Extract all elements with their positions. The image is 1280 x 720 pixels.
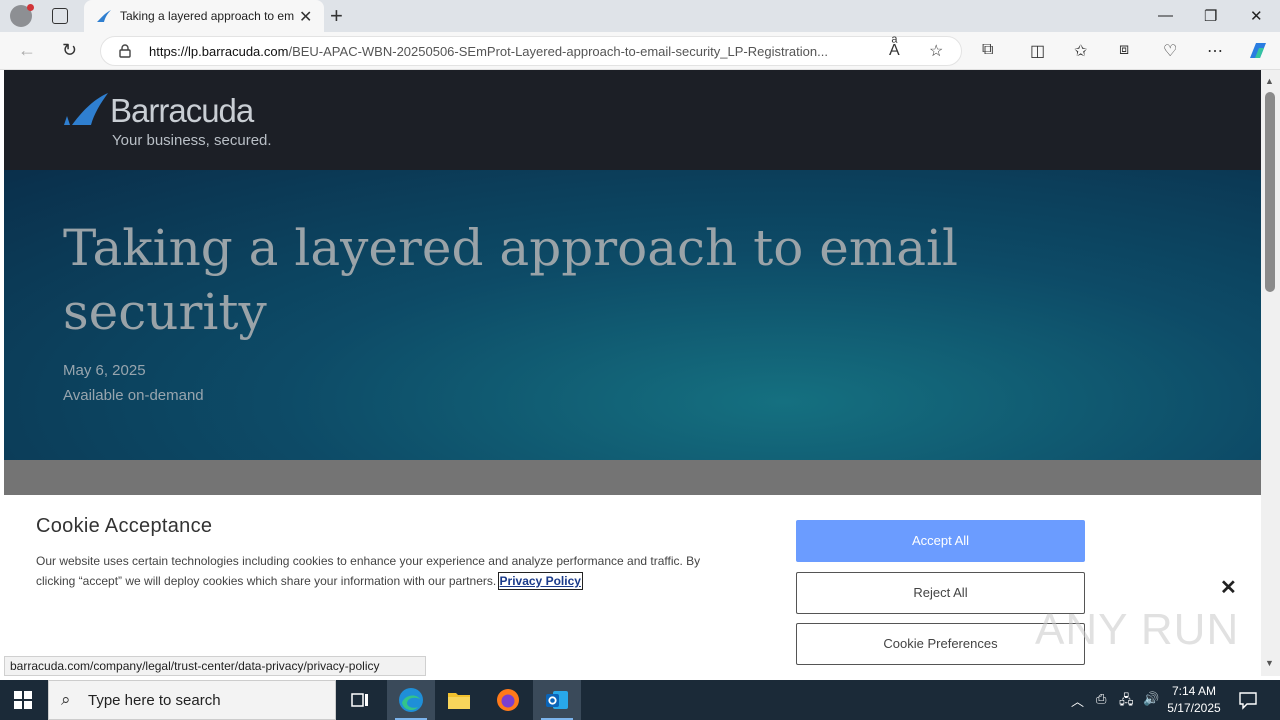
accept-all-button[interactable]: Accept All <box>796 520 1085 562</box>
url-text[interactable]: https://lp.barracuda.com/BEU-APAC-WBN-20… <box>149 44 909 59</box>
hero-banner: Taking a layered approach to email secur… <box>4 170 1261 460</box>
clock-date: 5/17/2025 <box>1167 701 1221 715</box>
cookie-body: Our website uses certain technologies in… <box>36 551 736 591</box>
cookie-close-icon[interactable]: ✕ <box>1220 575 1237 600</box>
tab-actions-icon[interactable] <box>52 8 68 24</box>
close-tab-icon[interactable]: ✕ <box>299 7 312 27</box>
page-title: Taking a layered approach to email secur… <box>63 219 959 341</box>
extensions-icon[interactable]: ⧉ <box>982 41 993 59</box>
cookie-heading: Cookie Acceptance <box>36 515 213 537</box>
firefox-icon[interactable] <box>484 680 532 720</box>
network-icon[interactable]: 🖧 <box>1119 691 1134 713</box>
clock-time: 7:14 AM <box>1171 684 1217 698</box>
taskbar: ⌕ Type here to search ︿ ⎙ 🖧 🔊 7:14 AM 5/… <box>0 680 1280 720</box>
tab-strip: Taking a layered approach to em ✕ + — ❐ … <box>0 0 1280 32</box>
scroll-down-icon[interactable]: ▼ <box>1265 658 1274 668</box>
tray-chevron-icon[interactable]: ︿ <box>1071 691 1084 710</box>
windows-start-icon[interactable] <box>14 691 32 709</box>
privacy-policy-link[interactable]: Privacy Policy <box>497 572 583 590</box>
clock[interactable]: 7:14 AM 5/17/2025 <box>1160 683 1228 717</box>
notification-icon[interactable] <box>1238 690 1258 710</box>
logo-word: Barracuda <box>110 92 254 129</box>
read-aloud-icon[interactable]: Aͣ <box>889 42 900 60</box>
task-view-icon[interactable] <box>336 680 384 720</box>
search-placeholder: Type here to search <box>88 692 221 709</box>
scrollbar[interactable]: ▲ ▼ <box>1261 70 1280 676</box>
refresh-icon[interactable]: ↻ <box>62 40 77 61</box>
profile-icon[interactable] <box>10 4 34 27</box>
barracuda-favicon-icon <box>97 10 111 22</box>
window-close-icon[interactable]: ✕ <box>1250 7 1263 25</box>
favorites-icon[interactable]: ✩ <box>1074 41 1087 61</box>
section-divider <box>4 460 1261 495</box>
minimize-icon[interactable]: — <box>1158 7 1173 24</box>
barracuda-fin-icon <box>64 93 108 125</box>
more-menu-icon[interactable]: ⋯ <box>1207 41 1223 61</box>
edge-taskbar-icon[interactable] <box>387 680 435 720</box>
search-icon: ⌕ <box>61 690 71 709</box>
url-host: https://lp.barracuda.com <box>149 44 289 59</box>
restore-icon[interactable]: ❐ <box>1204 7 1217 25</box>
file-explorer-icon[interactable] <box>435 680 483 720</box>
copilot-icon[interactable] <box>1246 40 1270 62</box>
taskbar-search[interactable]: ⌕ Type here to search <box>48 680 336 720</box>
tab-title: Taking a layered approach to em <box>120 9 295 23</box>
availability-text: Available on-demand <box>63 387 204 404</box>
browser-essentials-icon[interactable]: ♡ <box>1163 41 1177 61</box>
tray-device-icon[interactable]: ⎙ <box>1096 691 1106 707</box>
address-bar[interactable]: https://lp.barracuda.com/BEU-APAC-WBN-20… <box>100 36 962 66</box>
back-icon[interactable]: ← <box>18 40 36 61</box>
favorite-star-icon[interactable]: ☆ <box>929 41 943 61</box>
cookie-text: Our website uses certain technologies in… <box>36 554 701 588</box>
url-path: /BEU-APAC-WBN-20250506-SEmProt-Layered-a… <box>288 44 828 59</box>
site-header: Barracuda Your business, secured. <box>4 70 1261 170</box>
outlook-icon[interactable] <box>533 680 581 720</box>
scrollbar-thumb[interactable] <box>1265 92 1275 292</box>
collections-icon[interactable]: ⧈ <box>1119 41 1129 59</box>
event-date: May 6, 2025 <box>63 362 146 379</box>
new-tab-icon[interactable]: + <box>330 3 343 29</box>
status-bar-url: barracuda.com/company/legal/trust-center… <box>4 656 426 676</box>
anyrun-watermark: ANY RUN <box>1035 605 1240 654</box>
scroll-up-icon[interactable]: ▲ <box>1265 76 1274 86</box>
active-tab[interactable]: Taking a layered approach to em ✕ <box>84 0 324 32</box>
split-screen-icon[interactable]: ◫ <box>1030 41 1045 61</box>
volume-icon[interactable]: 🔊 <box>1143 691 1159 707</box>
toolbar: ← ↻ https://lp.barracuda.com/BEU-APAC-WB… <box>0 32 1280 70</box>
logo-tagline: Your business, secured. <box>112 132 272 149</box>
lock-icon[interactable] <box>119 44 131 58</box>
